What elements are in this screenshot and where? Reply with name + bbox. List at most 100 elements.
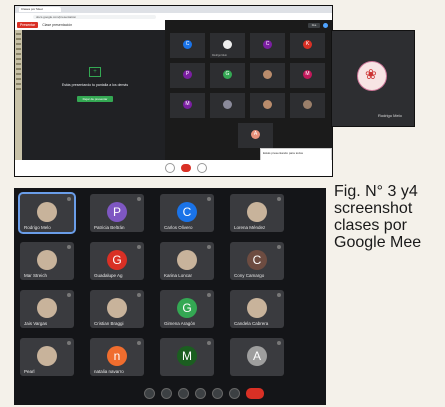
participant-photo (37, 346, 57, 367)
participant-photo (107, 298, 127, 319)
participant-tile[interactable]: G Gimena Aragón (160, 290, 214, 328)
participant-tile[interactable]: Rodrigo Melo (18, 192, 76, 234)
hang-up-button[interactable] (181, 164, 191, 172)
participant-tile[interactable]: Karina Loncar (160, 242, 214, 280)
participant-avatar: G (177, 298, 197, 319)
participant-name: Carlos Olivero (164, 225, 193, 230)
participant-avatar: M (303, 69, 312, 79)
participant-tile[interactable]: C Carlos Olivero (160, 194, 214, 232)
header-button[interactable]: Rea (308, 22, 320, 28)
present-icon[interactable] (212, 388, 223, 399)
participant-tile[interactable]: C (249, 32, 286, 59)
participant-name: Pearl (24, 369, 35, 374)
participant-tile[interactable]: P Patricia Beltrán (90, 194, 144, 232)
mic-muted-icon (207, 197, 211, 201)
mic-icon[interactable] (144, 388, 155, 399)
flower-avatar (357, 61, 387, 91)
participant-photo (37, 298, 57, 319)
participant-avatar: n (107, 346, 127, 367)
participant-name: Patricia Beltrán (94, 225, 125, 230)
participant-tile[interactable]: Lorena Méndez (230, 194, 284, 232)
participant-avatar: P (107, 202, 127, 223)
participant-tile[interactable]: C (169, 32, 206, 59)
participant-tile[interactable]: K (289, 32, 326, 59)
participant-tile[interactable]: Cristian Braggi (90, 290, 144, 328)
participant-avatar: M (177, 346, 197, 367)
participant-name: Candela Cabrera (234, 321, 269, 326)
mic-muted-icon (67, 245, 71, 249)
presenting-notice: + Estás presentando tu pantalla a los de… (35, 52, 155, 132)
mic-muted-icon (67, 341, 71, 345)
raise-hand-icon[interactable] (195, 388, 206, 399)
camera-icon[interactable] (161, 388, 172, 399)
participant-avatar: G (223, 69, 232, 79)
participant-name: Mar Streich (24, 273, 48, 278)
pinned-participant-tile[interactable]: Rodrigo Melo (331, 30, 415, 127)
participant-tile[interactable]: Mar Streich (20, 242, 74, 280)
hang-up-button[interactable] (246, 388, 264, 399)
participant-avatar: C (263, 39, 272, 49)
mic-muted-icon (67, 197, 71, 201)
participant-tile[interactable]: M (289, 62, 326, 89)
more-options-icon[interactable] (229, 388, 240, 399)
participant-tile[interactable]: A (230, 338, 284, 376)
participant-tile[interactable]: G (209, 62, 246, 89)
participant-avatar: P (183, 69, 192, 79)
mic-muted-icon (207, 245, 211, 249)
meet-controls-bar (15, 160, 332, 176)
participant-tile[interactable]: Candela Cabrera (230, 290, 284, 328)
participant-photo (247, 202, 267, 223)
participant-avatar: C (177, 202, 197, 223)
camera-icon[interactable] (197, 163, 207, 173)
participant-tile[interactable]: Jais Vargas (20, 290, 74, 328)
present-button[interactable]: Presentar (17, 22, 39, 28)
caption-line: Google Mee (334, 234, 422, 251)
participant-photo (37, 202, 57, 223)
participant-tile[interactable]: P (169, 62, 206, 89)
presenting-text: Estás presentando tu pantalla a los demá… (61, 83, 129, 87)
mic-muted-icon (207, 341, 211, 345)
slides-toolbar: Presentar Clase presentación (15, 20, 167, 30)
browser-tab[interactable]: Clases por Meet (19, 7, 61, 12)
mic-muted-icon (67, 293, 71, 297)
browser-tabstrip: Clases por Meet (15, 6, 332, 13)
mic-muted-icon (277, 341, 281, 345)
participant-tile[interactable] (249, 92, 286, 119)
meet-controls-bar (144, 388, 264, 399)
participant-tile[interactable]: M (160, 338, 214, 376)
captions-icon[interactable] (178, 388, 189, 399)
participant-avatar: M (183, 99, 192, 109)
participant-avatar: C (247, 250, 267, 271)
present-screen-icon: + (89, 67, 101, 77)
participant-tile[interactable]: A (237, 122, 274, 149)
participant-tile[interactable]: Rodrigo Melo (209, 32, 246, 59)
participant-name: Gimena Aragón (164, 321, 196, 326)
meet-participant-grid: Rea C Rodrigo Melo C K P G M M A (165, 20, 332, 160)
caption-line: clases por (334, 217, 407, 234)
participant-tile[interactable]: C Cony Camargo (230, 242, 284, 280)
participant-tile[interactable] (289, 92, 326, 119)
participant-tile[interactable]: Pearl (20, 338, 74, 376)
mic-muted-icon (277, 293, 281, 297)
participant-avatar: C (183, 39, 192, 49)
url-input[interactable]: docs.google.com/presentation (33, 14, 156, 19)
figure-caption: Fig. N° 3 y4 screenshot clases por Googl… (334, 183, 445, 251)
participant-tile[interactable]: M (169, 92, 206, 119)
participant-name: Guadalupe Ag (94, 273, 123, 278)
mic-icon[interactable] (165, 163, 175, 173)
participant-avatar: A (247, 346, 267, 367)
participant-avatar (303, 99, 312, 109)
mic-muted-icon (137, 341, 141, 345)
participant-name: Jais Vargas (24, 321, 48, 326)
meet-screenshot-grid: Rodrigo Melo P Patricia Beltrán C Carlos Oli… (14, 188, 326, 405)
participant-tile[interactable]: n natalia navarro (90, 338, 144, 376)
meet-screenshot-presenting: Clases por Meet docs.google.com/presenta… (14, 5, 333, 177)
participant-tile[interactable] (209, 92, 246, 119)
participant-name: Lorena Méndez (234, 225, 266, 230)
browser-url-bar: docs.google.com/presentation (15, 13, 332, 20)
stop-presenting-button[interactable]: Dejar de presentar (76, 96, 114, 102)
participant-tile[interactable] (249, 62, 286, 89)
participant-avatar (223, 99, 232, 109)
participant-tile[interactable]: G Guadalupe Ag (90, 242, 144, 280)
account-avatar[interactable] (323, 22, 328, 28)
